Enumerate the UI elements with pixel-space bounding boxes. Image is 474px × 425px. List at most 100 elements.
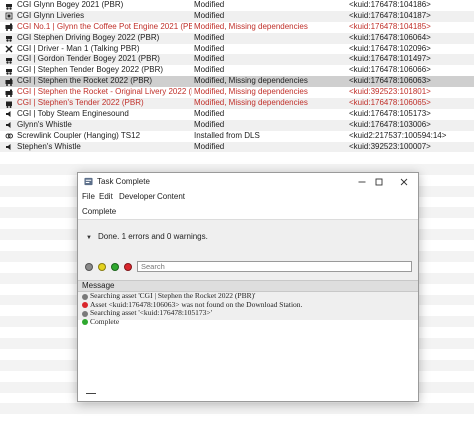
asset-row[interactable]: CGI | Stephen the Rocket - Original Live… [0, 87, 474, 98]
log-entry: Complete [78, 316, 418, 327]
asset-name: CGI Glynn Liveries [17, 10, 85, 20]
asset-kuid: <kuid:176478:104186> [349, 0, 431, 9]
asset-status: Modified [194, 10, 225, 20]
asset-kuid: <kuid:176478:104185> [349, 21, 431, 31]
window-title: Task Complete [97, 177, 150, 186]
message-log: Searching asset 'CGI | Stephen the Rocke… [78, 291, 418, 327]
asset-status: Modified [194, 0, 225, 9]
expand-triangle-icon[interactable]: ▼ [86, 235, 92, 241]
asset-name: Glynn's Whistle [17, 119, 72, 129]
asset-name: CGI Stephen Driving Bogey 2022 (PBR) [17, 32, 160, 42]
sound-icon [6, 122, 11, 129]
asset-row[interactable]: CGI | Stephen Tender Bogey 2022 (PBR) Mod… [0, 65, 474, 76]
sound-icon [6, 111, 11, 118]
asset-name: CGI | Stephen Tender Bogey 2022 (PBR) [17, 65, 164, 75]
log-entry: Searching asset '<kuid:176478:105173>' [78, 309, 418, 318]
title-bar[interactable]: Task Complete [78, 173, 418, 191]
driver-icon [5, 45, 13, 53]
menu-file[interactable]: File [82, 192, 95, 201]
error-status-icon [82, 302, 88, 309]
asset-status: Modified [194, 141, 225, 151]
asset-row[interactable]: CGI | Gordon Tender Bogey 2021 (PBR) Modi… [0, 54, 474, 66]
menu-content[interactable]: Content [157, 192, 185, 201]
asset-kuid: <kuid:176478:106064> [349, 32, 431, 42]
app-icon [84, 177, 93, 186]
maximize-button[interactable] [373, 176, 385, 188]
asset-name: CGI | Driver - Man 1 (Talking PBR) [17, 43, 140, 53]
menu-edit[interactable]: Edit [99, 192, 113, 201]
minimize-button[interactable] [356, 176, 368, 188]
menu-bar: File Edit Developer Content [78, 191, 418, 203]
asset-kuid: <kuid:176478:106065> [349, 98, 431, 108]
livery-icon [5, 12, 13, 20]
tender-icon [6, 101, 12, 108]
empty-row [0, 403, 474, 415]
sound-icon [6, 144, 11, 151]
bogey-icon [6, 57, 12, 64]
locomotive-icon [5, 78, 13, 86]
locomotive-icon [5, 23, 13, 32]
asset-status: Modified, Missing dependencies [194, 76, 308, 86]
asset-kuid: <kuid:176478:104187> [349, 10, 431, 20]
task-complete-window: Task Complete File Edit Developer Conten… [77, 172, 419, 402]
filter-green-toggle[interactable] [111, 263, 119, 271]
asset-row[interactable]: CGI | Driver - Man 1 (Talking PBR) Modifi… [0, 44, 474, 55]
filter-gray-toggle[interactable] [85, 263, 93, 271]
success-status-icon [82, 319, 88, 326]
summary-text: Done. 1 errors and 0 warnings. [98, 232, 208, 241]
asset-row[interactable]: CGI Stephen Driving Bogey 2022 (PBR) Modi… [0, 32, 474, 44]
asset-name: CGI | Toby Steam Enginesound [17, 108, 129, 118]
asset-kuid: <kuid:176478:105173> [349, 108, 431, 118]
asset-kuid: <kuid2:217537:100594:14> [349, 130, 447, 140]
status-bar-mark [86, 393, 96, 394]
asset-name: CGI | Stephen the Rocket 2022 (PBR) [17, 76, 153, 86]
asset-name: CGI Glynn Bogey 2021 (PBR) [17, 0, 124, 9]
asset-name: Screwlink Coupler (Hanging) TS12 [17, 130, 141, 140]
filter-red-toggle[interactable] [124, 263, 132, 271]
asset-status: Modified [194, 108, 225, 118]
info-status-icon [82, 310, 88, 317]
asset-row[interactable]: Stephen's Whistle Modified <kuid:392523:10… [0, 141, 474, 153]
asset-status: Installed from DLS [194, 130, 260, 140]
asset-kuid: <kuid:176478:106063> [349, 76, 431, 86]
close-button[interactable] [398, 176, 410, 188]
asset-kuid: <kuid:392523:100007> [349, 141, 431, 151]
asset-name: CGI | Stephen the Rocket - Original Live… [17, 87, 192, 97]
asset-row[interactable]: Glynn's Whistle Modified <kuid:176478:1030… [0, 119, 474, 131]
asset-status: Modified [194, 54, 225, 64]
asset-list: CGI Glynn Bogey 2021 (PBR) Modified <kuid:… [0, 0, 474, 153]
asset-status: Modified [194, 43, 225, 53]
asset-status: Modified, Missing dependencies [194, 87, 308, 97]
asset-status: Modified [194, 65, 225, 75]
asset-row[interactable]: CGI Glynn Bogey 2021 (PBR) Modified <kuid:… [0, 0, 474, 11]
bogey-icon [6, 36, 12, 42]
status-heading: Complete [82, 207, 117, 216]
message-header-label: Message [82, 281, 115, 290]
asset-status: Modified, Missing dependencies [194, 98, 308, 108]
asset-row[interactable]: Screwlink Coupler (Hanging) TS12 Installe… [0, 131, 474, 142]
log-text: Complete [90, 316, 120, 326]
asset-kuid: <kuid:392523:101801> [349, 87, 431, 97]
asset-row[interactable]: CGI | Stephen's Tender 2022 (PBR) Modifie… [0, 98, 474, 109]
asset-kuid: <kuid:176478:103006> [349, 119, 431, 129]
asset-row[interactable]: CGI No.1 | Glynn the Coffee Pot Engine 2… [0, 22, 474, 33]
bogey-icon [6, 3, 12, 10]
asset-kuid: <kuid:176478:101497> [349, 54, 431, 64]
coupler-icon [5, 133, 13, 139]
asset-row[interactable]: CGI | Stephen the Rocket 2022 (PBR) Modif… [0, 76, 474, 88]
filter-yellow-toggle[interactable] [98, 263, 106, 271]
empty-row [0, 414, 474, 425]
empty-row [0, 153, 474, 164]
search-input[interactable]: Search [137, 261, 412, 272]
asset-name: CGI | Stephen's Tender 2022 (PBR) [17, 98, 144, 108]
locomotive-icon [5, 89, 13, 97]
menu-developer[interactable]: Developer [119, 192, 155, 201]
asset-status: Modified [194, 119, 225, 129]
asset-name: CGI | Gordon Tender Bogey 2021 (PBR) [17, 54, 160, 64]
asset-name: Stephen's Whistle [17, 141, 81, 151]
asset-row[interactable]: CGI | Toby Steam Enginesound Modified <kui… [0, 109, 474, 120]
asset-row[interactable]: CGI Glynn Liveries Modified <kuid:176478:1… [0, 10, 474, 22]
asset-kuid: <kuid:176478:102096> [349, 43, 431, 53]
bogey-icon [6, 68, 12, 75]
info-status-icon [82, 293, 88, 300]
